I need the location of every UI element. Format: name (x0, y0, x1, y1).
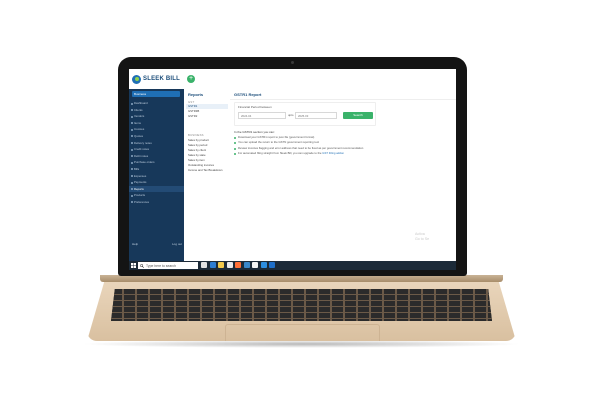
main-content: GSTR1 Report Financial Period between 20… (230, 89, 456, 261)
webcam (291, 61, 294, 64)
sidebar-item-expenses[interactable]: Expenses (129, 173, 184, 180)
feature-text: Review invoices flagging and error addre… (238, 145, 364, 150)
reports-panel: Reports GST GSTR1 GSTR3B GSTR2 BUSINESS … (184, 89, 231, 261)
sidebar-item-label: Quotes (134, 133, 144, 138)
laptop-shadow (80, 340, 523, 348)
feature-text: For automated filing straight from Sleek… (238, 151, 323, 156)
firefox-icon[interactable] (235, 262, 241, 268)
business-section-label: BUSINESS (188, 133, 204, 137)
intro-text: In the GSTR1 section you can: (234, 130, 275, 134)
sidebar-item-label: Invoices (134, 127, 145, 132)
sidebar-item-delivery-notes[interactable]: Delivery notes (129, 140, 184, 147)
mail-icon[interactable] (269, 262, 275, 268)
feature-item: Review invoices flagging and error addre… (234, 145, 434, 151)
laptop-lid: SLEEK BILL + Business Dashboard Clients Ve… (118, 57, 467, 276)
sidebar-item-label: Bills (134, 166, 140, 171)
feature-item: Download your GSTR1 report to json file … (234, 135, 434, 140)
taskbar: Type here to search (129, 261, 456, 270)
period-from-input[interactable]: 2024-04 (238, 112, 286, 119)
sidebar-item-label: Dashboard (134, 101, 148, 105)
sidebar-item-debit-notes[interactable]: Debit notes (129, 153, 184, 160)
sidebar-item-label: Clients (134, 107, 143, 112)
reports-panel-title: Reports (188, 92, 204, 97)
sidebar-item-preferences[interactable]: Preferences (129, 199, 184, 206)
sidebar-item-items[interactable]: Items (129, 120, 184, 127)
sidebar-item-dashboard[interactable]: Dashboard (129, 100, 184, 107)
sidebar-item-label: Expenses (134, 173, 147, 178)
watermark-line: Go to Se (415, 236, 430, 241)
sidebar: Business Dashboard Clients Vendors Items Inv… (129, 89, 184, 261)
sidebar-item-label: Delivery notes (134, 140, 152, 145)
brand-name: SLEEK BILL (143, 76, 181, 82)
period-to-input[interactable]: 2025-03 (295, 112, 337, 119)
laptop-screen: SLEEK BILL + Business Dashboard Clients Ve… (129, 69, 456, 270)
sidebar-item-label: Reports (134, 186, 144, 191)
feature-text: Download your GSTR1 report to json file … (238, 135, 315, 139)
sidebar-item-label: Products (134, 193, 146, 198)
sidebar-item-payments[interactable]: Payments (129, 179, 184, 186)
gst-filing-addon-link[interactable]: GST Filing addon (322, 151, 344, 155)
taskbar-search[interactable]: Type here to search (138, 262, 198, 269)
sidebar-item-invoices[interactable]: Invoices (129, 126, 184, 133)
sidebar-item-label: Preferences (134, 199, 150, 204)
feature-item: You can upload the return to the GSTN go… (234, 141, 434, 145)
sidebar-item-purchase-orders[interactable]: Purchase orders (129, 159, 184, 166)
add-button[interactable]: + (187, 75, 195, 83)
feature-item: For automated filing straight from Sleek… (234, 151, 434, 156)
file-explorer-icon[interactable] (218, 262, 224, 268)
app-logo[interactable]: SLEEK BILL (132, 73, 187, 85)
title-divider (230, 99, 456, 100)
period-filter-card: Financial Period between 2024-04 upto 20… (234, 102, 376, 126)
feature-text: You can upload the return to the GSTN go… (238, 140, 319, 145)
sidebar-item-bills[interactable]: Bills (129, 166, 184, 173)
taskbar-search-placeholder: Type here to search (146, 263, 176, 268)
laptop-hinge (100, 275, 503, 282)
logout-link[interactable]: Log out (172, 242, 182, 246)
sidebar-nav: Dashboard Clients Vendors Items Invoices Quot… (129, 100, 184, 206)
activate-windows-watermark: Activa Go to Se (415, 232, 429, 241)
search-icon (140, 263, 144, 268)
store-icon[interactable] (252, 262, 258, 268)
sidebar-item-clients[interactable]: Clients (129, 107, 184, 114)
windows-start-icon[interactable] (131, 263, 136, 268)
sidebar-item-products[interactable]: Products (129, 192, 184, 199)
sidebar-item-label: Payments (134, 180, 147, 185)
business-selector[interactable]: Business (132, 91, 180, 97)
laptop-trackpad (225, 324, 380, 341)
search-button[interactable]: Search (343, 112, 373, 119)
keyboard-rows (111, 289, 492, 321)
sidebar-item-vendors[interactable]: Vendors (129, 113, 184, 120)
report-item-gstr2[interactable]: GSTR2 (186, 114, 228, 119)
taskbar-app-icons (201, 262, 278, 268)
sidebar-item-reports[interactable]: Reports (129, 185, 184, 193)
chrome-icon[interactable] (226, 262, 233, 268)
feature-list: Download your GSTR1 report to json file … (234, 135, 434, 158)
sidebar-item-quotes[interactable]: Quotes (129, 133, 184, 140)
sidebar-item-label: Purchase orders (134, 160, 155, 165)
app-header: SLEEK BILL + (129, 69, 456, 90)
logo-mark-icon (132, 74, 141, 84)
sidebar-footer: Help Log out (132, 242, 182, 246)
report-item-income-tax[interactable]: Income and Tax Breakdown (186, 168, 228, 173)
sidebar-item-label: Credit notes (134, 147, 150, 152)
sidebar-item-label: Vendors (134, 114, 145, 119)
upto-label: upto (288, 113, 294, 117)
sidebar-item-label: Debit notes (134, 153, 149, 158)
edge-icon[interactable] (209, 262, 216, 268)
period-label: Financial Period between (238, 105, 272, 109)
sidebar-item-credit-notes[interactable]: Credit notes (129, 146, 184, 153)
page-title: GSTR1 Report (234, 92, 262, 97)
sleek-bill-icon[interactable] (243, 262, 250, 268)
vscode-icon[interactable] (260, 262, 267, 268)
help-link[interactable]: Help (132, 242, 138, 246)
sidebar-item-label: Items (134, 120, 141, 125)
task-view-icon[interactable] (201, 262, 207, 268)
